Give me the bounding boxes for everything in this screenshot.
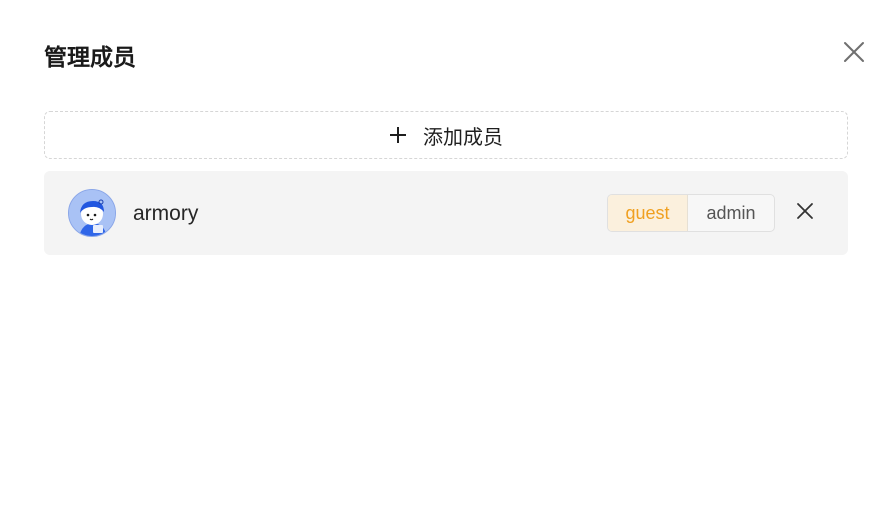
close-dialog-button[interactable] <box>838 36 870 68</box>
close-icon <box>797 203 813 219</box>
avatar-icon <box>68 189 116 237</box>
role-option-guest[interactable]: guest <box>608 195 688 231</box>
member-row: armory guest admin <box>44 171 848 255</box>
add-member-label: 添加成员 <box>423 124 503 149</box>
dialog-title: 管理成员 <box>44 45 136 71</box>
remove-member-button[interactable] <box>793 199 817 223</box>
add-member-button[interactable]: 添加成员 <box>44 111 848 159</box>
member-name: armory <box>133 202 199 225</box>
plus-icon <box>389 126 407 144</box>
close-icon <box>844 42 864 62</box>
manage-members-dialog: 管理成员 添加成员 armory guest admin <box>0 0 893 523</box>
role-option-admin[interactable]: admin <box>688 195 774 231</box>
role-selector: guest admin <box>607 194 775 232</box>
